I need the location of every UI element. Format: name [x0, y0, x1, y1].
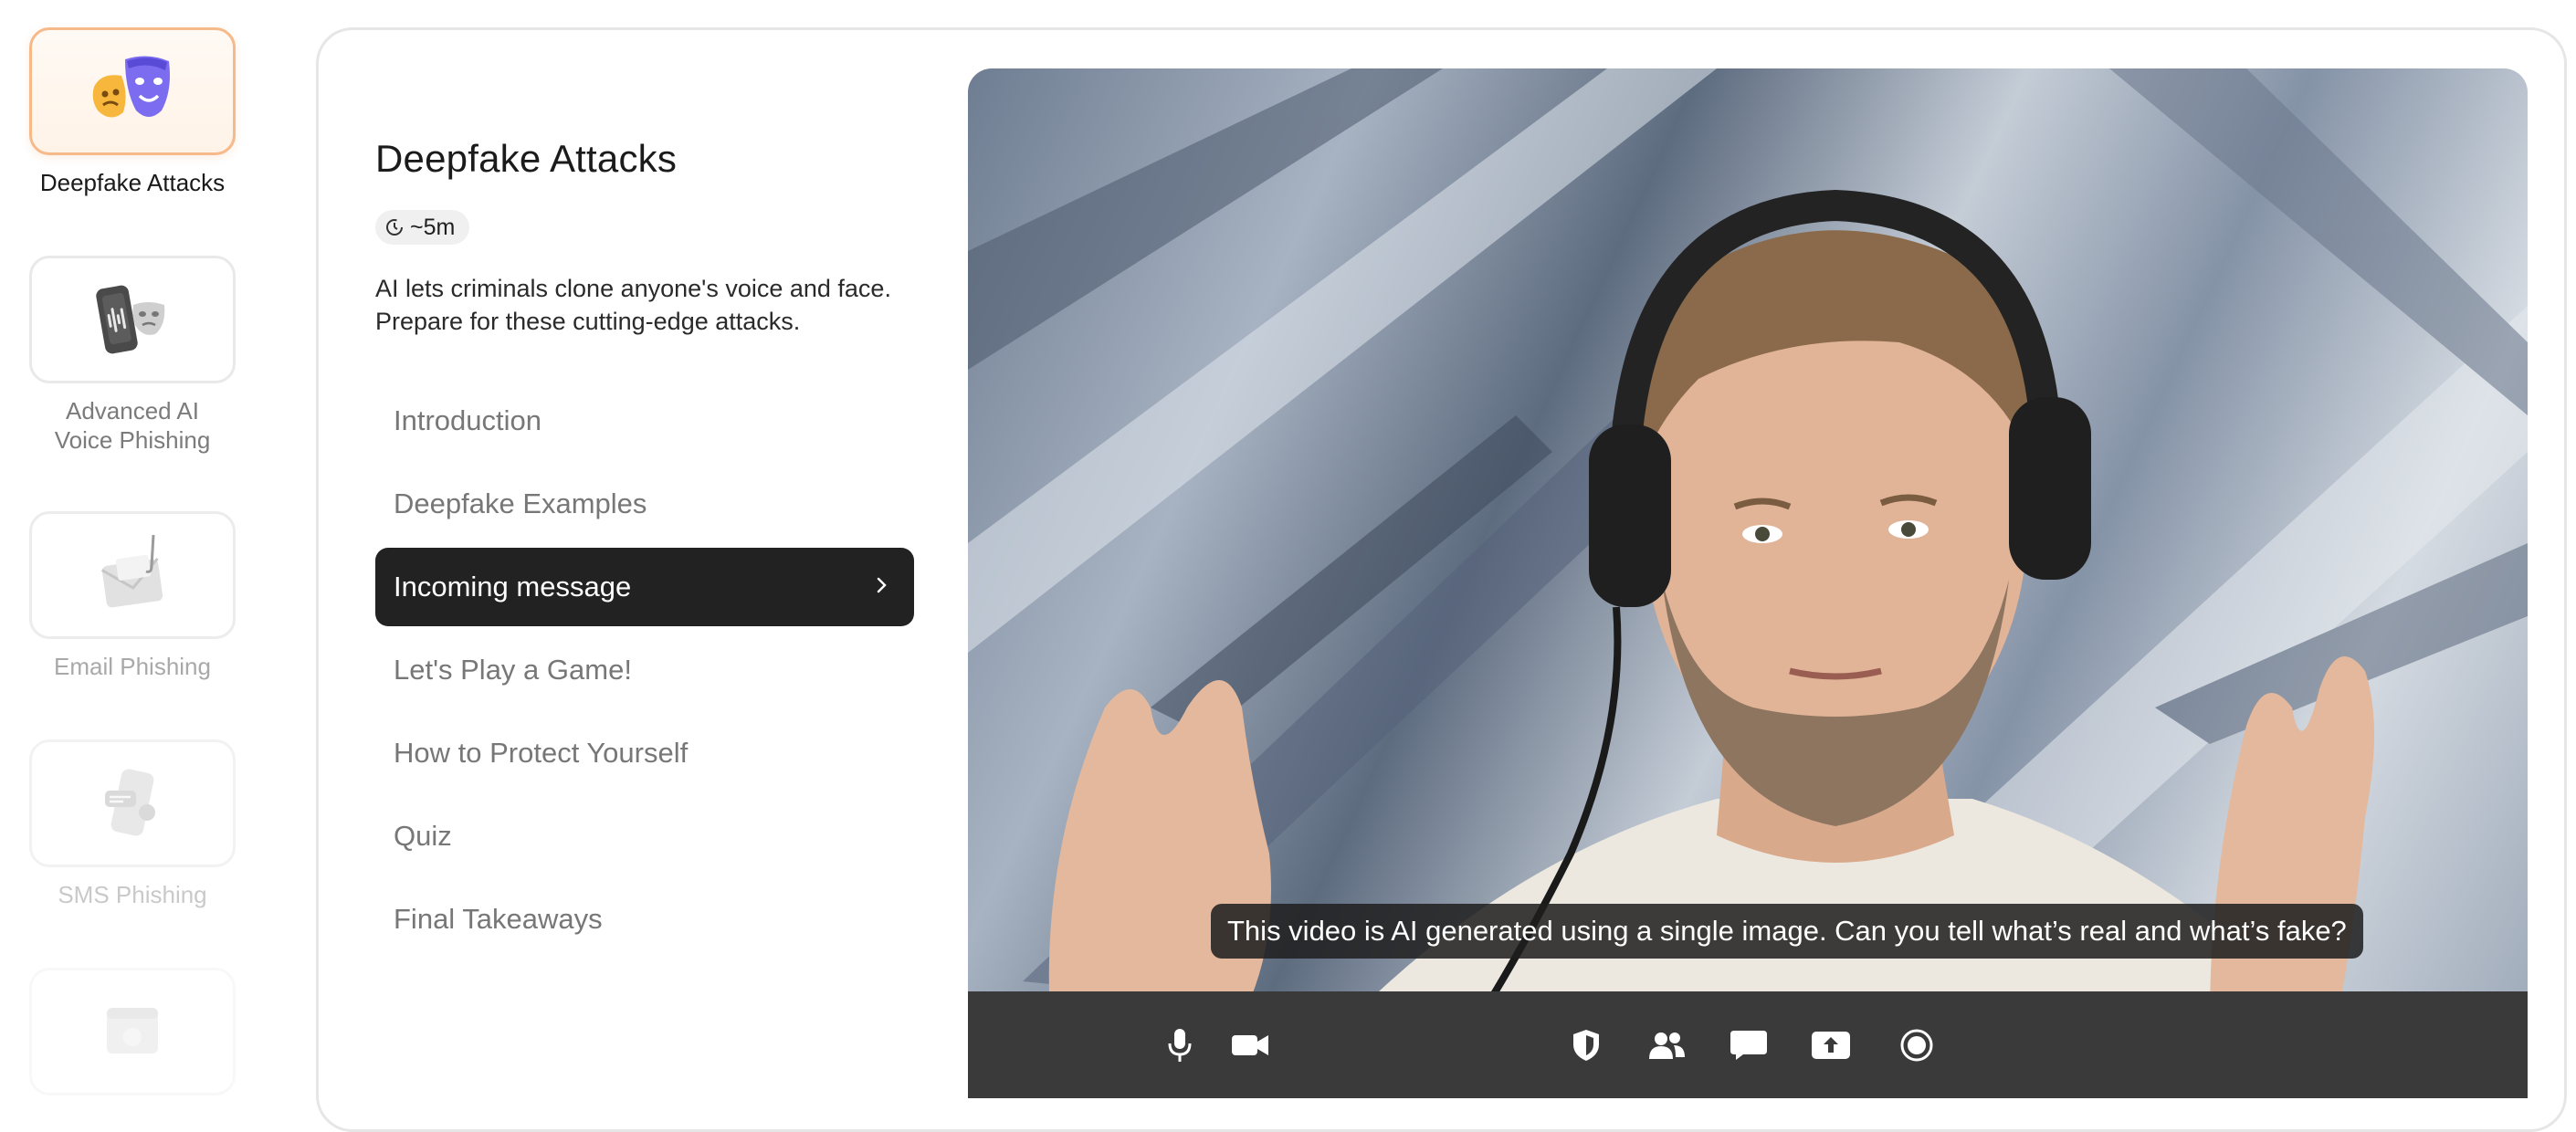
share-screen-icon[interactable]: [1804, 1019, 1857, 1072]
module-card[interactable]: [29, 511, 236, 639]
theater-masks-icon: [92, 56, 170, 118]
chapter-incoming-message[interactable]: Incoming message: [375, 548, 914, 626]
chapter-introduction[interactable]: Introduction: [375, 382, 914, 460]
lesson-description: AI lets criminals clone anyone's voice a…: [375, 275, 891, 335]
chapter-label: Introduction: [394, 404, 541, 436]
envelope-hook-icon: [100, 534, 163, 608]
clock-icon: [386, 219, 403, 236]
video-toolbar: [968, 991, 2528, 1098]
shield-icon[interactable]: [1560, 1019, 1613, 1072]
phone-mask-icon: [96, 285, 165, 354]
chapter-label: Let's Play a Game!: [394, 654, 632, 686]
chevron-right-icon: [874, 571, 890, 603]
chapter-label: Final Takeaways: [394, 903, 603, 935]
module-card[interactable]: [29, 968, 236, 1095]
video-caption: This video is AI generated using a singl…: [1211, 904, 2363, 959]
browser-icon: [107, 1008, 158, 1053]
lesson-title: Deepfake Attacks: [375, 137, 678, 180]
phone-message-icon: [105, 769, 155, 836]
chapter-list: Introduction Deepfake Examples Incoming …: [375, 382, 914, 963]
module-label: Deepfake Attacks: [39, 169, 226, 196]
module-card[interactable]: [29, 739, 236, 867]
module-card[interactable]: [29, 27, 236, 155]
chapter-quiz[interactable]: Quiz: [375, 797, 914, 875]
chapter-how-to-protect-yourself[interactable]: How to Protect Yourself: [375, 714, 914, 792]
duration-text: ~5m: [410, 214, 456, 240]
record-icon[interactable]: [1890, 1019, 1943, 1072]
microphone-icon[interactable]: [1153, 1019, 1206, 1072]
chapter-label: How to Protect Yourself: [394, 737, 689, 769]
chapter-final-takeaways[interactable]: Final Takeaways: [375, 880, 914, 959]
module-label: SMS Phishing: [58, 881, 207, 908]
chapter-label: Deepfake Examples: [394, 487, 647, 519]
module-rail: Deepfake Attacks Advanced AI Voice Phishi…: [0, 0, 265, 1098]
duration-badge: ~5m: [375, 210, 470, 245]
chapter-label: Quiz: [394, 820, 452, 852]
module-card[interactable]: [29, 256, 236, 383]
camera-icon[interactable]: [1224, 1019, 1277, 1072]
participants-icon[interactable]: [1640, 1019, 1693, 1072]
chapter-label: Incoming message: [394, 571, 632, 603]
chat-icon[interactable]: [1722, 1019, 1775, 1072]
chapter-lets-play-a-game[interactable]: Let's Play a Game!: [375, 631, 914, 709]
module-label: Advanced AI Voice Phishing: [54, 397, 211, 454]
module-label: Email Phishing: [54, 653, 211, 680]
chapter-deepfake-examples[interactable]: Deepfake Examples: [375, 465, 914, 543]
